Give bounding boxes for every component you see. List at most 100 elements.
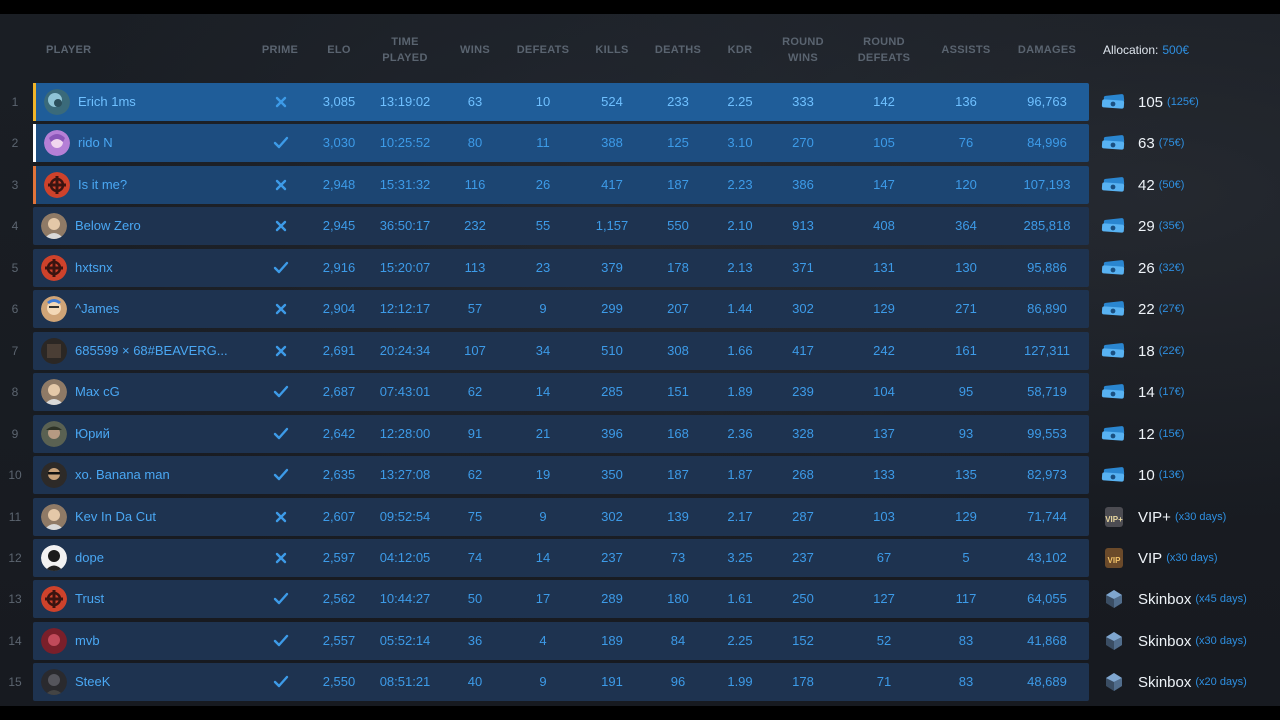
bw-avatar[interactable] xyxy=(41,545,67,571)
reward-detail: (13€) xyxy=(1158,469,1185,481)
row-bar[interactable]: Max cG 2,687 07:43:01 62 14 285 151 1.89 239 104 9… xyxy=(33,373,1089,411)
cell-damages: 95,886 xyxy=(1027,260,1067,275)
skinbox-icon xyxy=(1100,629,1128,653)
cell-kills: 510 xyxy=(601,343,623,358)
player-name[interactable]: Is it me? xyxy=(78,166,127,204)
col-elo[interactable]: ELO xyxy=(314,30,364,70)
row-bar[interactable]: Is it me? 2,948 15:31:32 116 26 417 187 2.23 386… xyxy=(33,166,1089,204)
row-bar[interactable]: 685599 × 68#BEAVERG... 2,691 20:24:34 107 34… xyxy=(33,332,1089,370)
face-avatar[interactable] xyxy=(41,504,67,530)
cell-damages: 71,744 xyxy=(1027,509,1067,524)
allocation-amount: 500€ xyxy=(1162,43,1190,57)
cell-kdr: 2.36 xyxy=(727,426,753,441)
red-avatar[interactable] xyxy=(41,628,67,654)
character-avatar[interactable] xyxy=(41,462,67,488)
col-defeats[interactable]: DEFEATS xyxy=(512,30,574,70)
anime-avatar[interactable] xyxy=(44,130,70,156)
cell-defeats: 14 xyxy=(535,384,551,399)
cell-kdr: 2.23 xyxy=(727,177,753,192)
cartoon-avatar[interactable] xyxy=(41,296,67,322)
table-row[interactable]: 9 Юрий 2,642 12:28:00 91 21 396 168 2.36 328 137 93… xyxy=(0,415,1280,453)
cell-kdr: 2.25 xyxy=(727,633,753,648)
table-row[interactable]: 11 Kev In Da Cut 2,607 09:52:54 75 9 302 139 2.1… xyxy=(0,498,1280,536)
player-name[interactable]: mvb xyxy=(75,622,100,660)
table-row[interactable]: 2 rido N 3,030 10:25:52 80 11 388 125 3.10 270 105… xyxy=(0,124,1280,162)
cell-damages: 107,193 xyxy=(1023,177,1071,192)
player-name[interactable]: Юрий xyxy=(75,415,110,453)
cell-round-wins: 178 xyxy=(792,674,814,689)
table-row[interactable]: 12 dope 2,597 04:12:05 74 14 237 73 3.25 237 67 5 43… xyxy=(0,539,1280,577)
col-time-played[interactable]: TIME PLAYED xyxy=(374,30,436,70)
table-row[interactable]: 7 685599 × 68#BEAVERG... 2,691 20:24:34 107 3… xyxy=(0,332,1280,370)
row-bar[interactable]: dope 2,597 04:12:05 74 14 237 73 3.25 237 67 5 43,1… xyxy=(33,539,1089,577)
table-row[interactable]: 13 Trust 2,562 10:44:27 50 17 289 180 1.61 250 127… xyxy=(0,580,1280,618)
table-row[interactable]: 8 Max cG 2,687 07:43:01 62 14 285 151 1.89 239 104… xyxy=(0,373,1280,411)
row-bar[interactable]: rido N 3,030 10:25:52 80 11 388 125 3.10 270 105 7… xyxy=(33,124,1089,162)
row-bar[interactable]: Below Zero 2,945 36:50:17 232 55 1,157 550 2.10… xyxy=(33,207,1089,245)
col-kills[interactable]: KILLS xyxy=(587,30,637,70)
col-round-wins[interactable]: ROUND WINS xyxy=(770,30,836,70)
reward-value: 105 xyxy=(1138,93,1164,111)
cell-assists: 271 xyxy=(955,301,977,316)
rust-logo-avatar[interactable] xyxy=(41,586,67,612)
reward-value: Skinbox xyxy=(1138,632,1192,650)
player-name[interactable]: Below Zero xyxy=(75,207,141,245)
rust-logo-avatar[interactable] xyxy=(41,255,67,281)
row-bar[interactable]: mvb 2,557 05:52:14 36 4 189 84 2.25 152 52 83 41,86… xyxy=(33,622,1089,660)
player-name[interactable]: dope xyxy=(75,539,104,577)
table-row[interactable]: 1 Erich 1ms 3,085 13:19:02 63 10 524 233 2.25 333… xyxy=(0,83,1280,121)
row-bar[interactable]: Trust 2,562 10:44:27 50 17 289 180 1.61 250 127 11… xyxy=(33,580,1089,618)
rank-accent xyxy=(33,124,36,162)
col-round-defeats[interactable]: ROUND DEFEATS xyxy=(848,30,920,70)
col-kdr[interactable]: KDR xyxy=(718,30,762,70)
player-name[interactable]: ^James xyxy=(75,290,119,328)
table-row[interactable]: 10 xo. Banana man 2,635 13:27:08 62 19 350 187 1… xyxy=(0,456,1280,494)
player-name[interactable]: Max cG xyxy=(75,373,120,411)
col-assists[interactable]: ASSISTS xyxy=(934,30,998,70)
row-bar[interactable]: Kev In Da Cut 2,607 09:52:54 75 9 302 139 2.17 2… xyxy=(33,498,1089,536)
table-row[interactable]: 5 hxtsnx 2,916 15:20:07 113 23 379 178 2.13 371 13… xyxy=(0,249,1280,287)
player-name[interactable]: SteeK xyxy=(75,663,110,701)
row-bar[interactable]: Erich 1ms 3,085 13:19:02 63 10 524 233 2.25 333 1… xyxy=(33,83,1089,121)
table-row[interactable]: 14 mvb 2,557 05:52:14 36 4 189 84 2.25 152 52 83 41,… xyxy=(0,622,1280,660)
cell-round-defeats: 67 xyxy=(876,550,892,565)
col-deaths[interactable]: DEATHS xyxy=(650,30,706,70)
rank-number: 14 xyxy=(8,634,22,648)
player-name[interactable]: hxtsnx xyxy=(75,249,113,287)
rank-accent xyxy=(33,83,36,121)
soldier-avatar[interactable] xyxy=(41,421,67,447)
cell-elo: 3,030 xyxy=(322,135,356,150)
cell-assists: 5 xyxy=(962,550,970,565)
player-name[interactable]: Trust xyxy=(75,580,104,618)
player-name[interactable]: 685599 × 68#BEAVERG... xyxy=(75,332,228,370)
player-name[interactable]: Kev In Da Cut xyxy=(75,498,156,536)
cell-kdr: 3.10 xyxy=(727,135,753,150)
player-name[interactable]: xo. Banana man xyxy=(75,456,170,494)
table-row[interactable]: 15 SteeK 2,550 08:51:21 40 9 191 96 1.99 178 71 83 4… xyxy=(0,663,1280,701)
face-avatar[interactable] xyxy=(41,213,67,239)
table-row[interactable]: 4 Below Zero 2,945 36:50:17 232 55 1,157 550 2.1… xyxy=(0,207,1280,245)
dark-square-avatar[interactable] xyxy=(41,338,67,364)
cell-elo: 2,691 xyxy=(322,343,356,358)
face-avatar[interactable] xyxy=(41,379,67,405)
row-bar[interactable]: xo. Banana man 2,635 13:27:08 62 19 350 187 1.8… xyxy=(33,456,1089,494)
row-bar[interactable]: ^James 2,904 12:12:17 57 9 299 207 1.44 302 129 27… xyxy=(33,290,1089,328)
col-damages[interactable]: DAMAGES xyxy=(1010,30,1084,70)
col-wins[interactable]: WINS xyxy=(450,30,500,70)
row-bar[interactable]: Юрий 2,642 12:28:00 91 21 396 168 2.36 328 137 93 9… xyxy=(33,415,1089,453)
col-prime[interactable]: PRIME xyxy=(256,30,304,70)
rust-logo-avatar[interactable] xyxy=(44,172,70,198)
col-player[interactable]: PLAYER xyxy=(46,30,166,70)
row-bar[interactable]: hxtsnx 2,916 15:20:07 113 23 379 178 2.13 371 131… xyxy=(33,249,1089,287)
row-bar[interactable]: SteeK 2,550 08:51:21 40 9 191 96 1.99 178 71 83 48,… xyxy=(33,663,1089,701)
player-name[interactable]: rido N xyxy=(78,124,113,162)
globe-avatar[interactable] xyxy=(44,89,70,115)
cash-icon xyxy=(1100,463,1128,487)
table-row[interactable]: 3 Is it me? 2,948 15:31:32 116 26 417 187 2.23 38… xyxy=(0,166,1280,204)
player-name[interactable]: Erich 1ms xyxy=(78,83,136,121)
dark-avatar[interactable] xyxy=(41,669,67,695)
cell-round-wins: 371 xyxy=(792,260,814,275)
cell-elo: 2,597 xyxy=(322,550,356,565)
check-icon xyxy=(269,124,293,162)
table-row[interactable]: 6 ^James 2,904 12:12:17 57 9 299 207 1.44 302 129 2… xyxy=(0,290,1280,328)
